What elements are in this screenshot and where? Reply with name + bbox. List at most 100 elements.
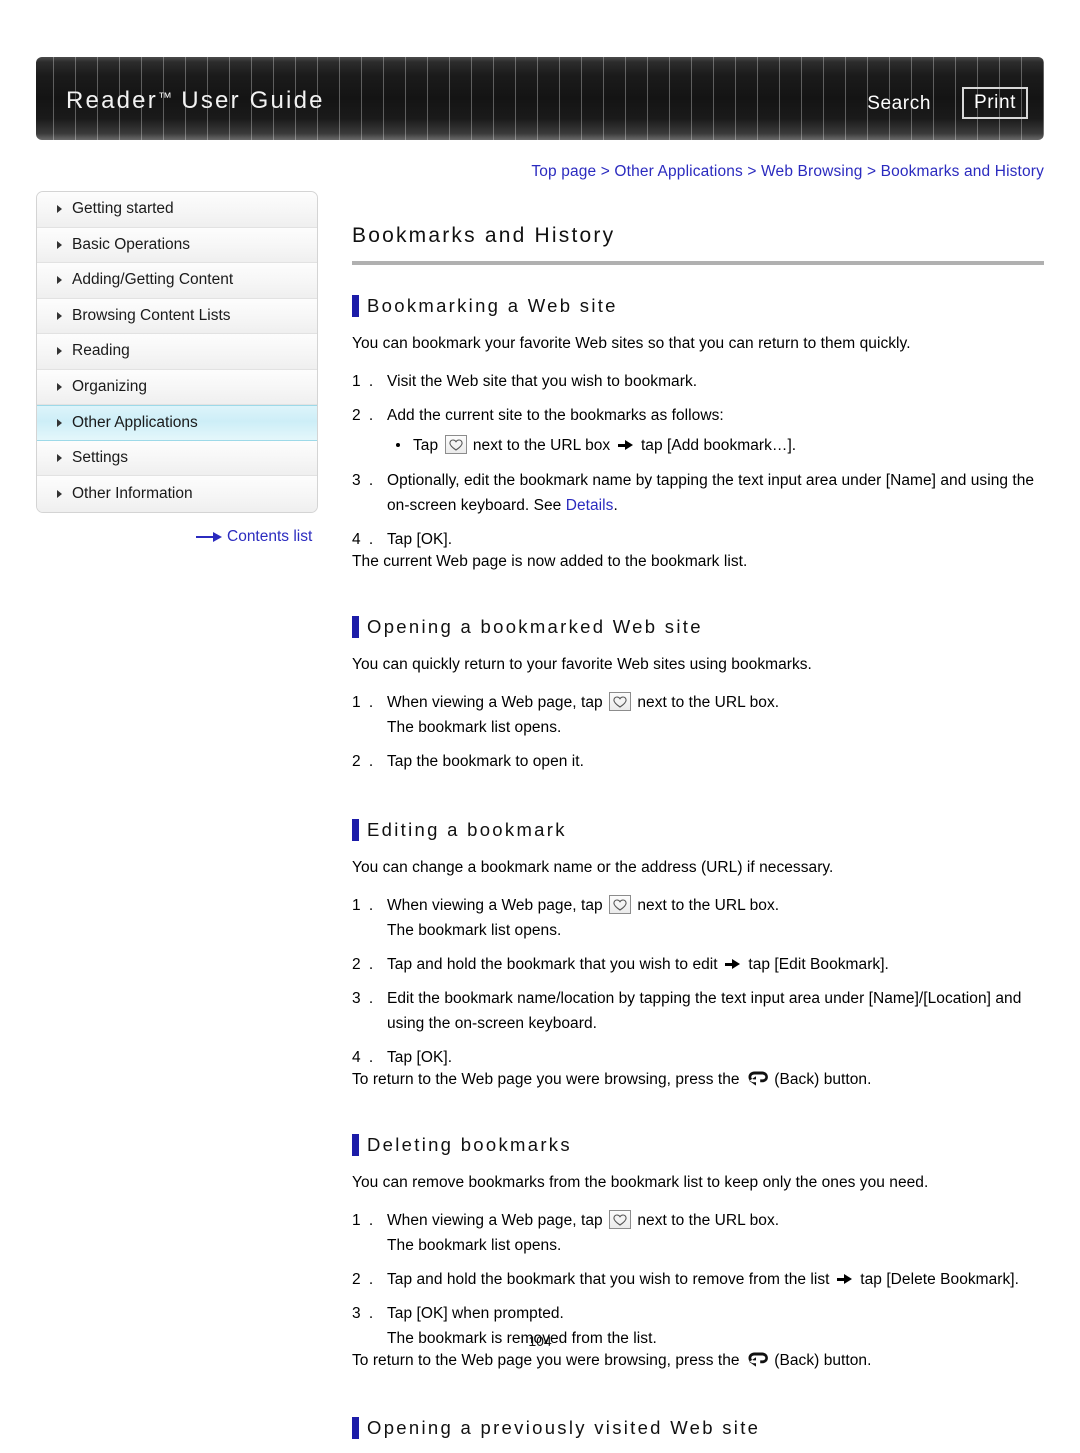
- bookmark-icon[interactable]: [609, 895, 632, 914]
- breadcrumb-item-other-applications[interactable]: Other Applications: [614, 163, 743, 180]
- sidebar-item-label: Other Applications: [72, 413, 198, 431]
- arrow-right-icon: [617, 439, 634, 451]
- step-item: 1 . When viewing a Web page, tap next to …: [352, 1208, 1044, 1258]
- step-list: 1 . When viewing a Web page, tap next to …: [352, 1208, 1044, 1351]
- section-accent-bar: [352, 295, 359, 317]
- arrow-right-icon: [725, 958, 741, 970]
- step-number: 2 .: [352, 753, 376, 770]
- step-item: 2 . Tap and hold the bookmark that you wi…: [352, 1267, 1044, 1292]
- print-button[interactable]: Print: [962, 87, 1028, 119]
- step-item: 4 . Tap [OK].: [352, 527, 1044, 552]
- sidebar-item-adding-getting-content[interactable]: Adding/Getting Content: [37, 263, 317, 299]
- title-divider: [352, 261, 1044, 265]
- triangle-right-icon: [57, 382, 62, 391]
- section-trailing-text: To return to the Web page you were brows…: [352, 1348, 1044, 1373]
- app-header: Reader™ User Guide Search Print: [36, 57, 1044, 140]
- step-text: Add the current site to the bookmarks as…: [387, 407, 724, 424]
- back-icon: [746, 1069, 768, 1089]
- step-number: 2 .: [352, 1271, 376, 1288]
- breadcrumb-separator: >: [742, 163, 762, 180]
- section-heading-label: Editing a bookmark: [367, 819, 567, 840]
- sidebar-item-other-applications[interactable]: Other Applications: [37, 405, 317, 441]
- contents-list-link[interactable]: Contents list: [196, 528, 312, 546]
- sidebar-item-getting-started[interactable]: Getting started: [37, 192, 317, 228]
- sidebar-item-other-information[interactable]: Other Information: [37, 476, 317, 512]
- breadcrumb-item-bookmarks-and-history[interactable]: Bookmarks and History: [881, 163, 1044, 180]
- bookmark-icon[interactable]: [444, 435, 467, 454]
- step-text-pre: When viewing a Web page, tap: [387, 897, 608, 914]
- step-list: 1 . When viewing a Web page, tap next to …: [352, 690, 1044, 774]
- step-text: Tap [OK].: [387, 531, 453, 548]
- breadcrumb-item-top-page[interactable]: Top page: [531, 163, 596, 180]
- triangle-right-icon: [57, 418, 62, 427]
- sidebar-item-label: Basic Operations: [72, 235, 191, 253]
- arrow-right-icon: [836, 1273, 853, 1285]
- step-number: 3 .: [352, 990, 376, 1007]
- sidebar-item-label: Organizing: [72, 377, 147, 395]
- sidebar-item-label: Other Information: [72, 484, 193, 502]
- step-list: 1 . Visit the Web site that you wish to …: [352, 369, 1044, 552]
- step-number: 4 .: [352, 1049, 376, 1066]
- bullet-text-pre: Tap: [413, 437, 443, 454]
- triangle-right-icon: [57, 276, 62, 285]
- sidebar-item-organizing[interactable]: Organizing: [37, 369, 317, 405]
- sidebar-item-basic-operations[interactable]: Basic Operations: [37, 227, 317, 263]
- step-text-pre: When viewing a Web page, tap: [387, 694, 608, 711]
- step-text-pre: Tap and hold the bookmark that you wish …: [387, 1271, 834, 1288]
- step-item: 1 . Visit the Web site that you wish to …: [352, 369, 1044, 394]
- breadcrumb-item-web-browsing[interactable]: Web Browsing: [761, 163, 862, 180]
- bullet-text-mid: next to the URL box: [468, 437, 615, 454]
- search-link[interactable]: Search: [867, 93, 931, 115]
- bookmark-icon[interactable]: [609, 1210, 632, 1229]
- sub-bullet-item: Tap next to the URL box tap [Add bookmar…: [396, 432, 1044, 459]
- step-item: 2 . Add the current site to the bookmark…: [352, 403, 1044, 459]
- section-accent-bar: [352, 819, 359, 841]
- trailing-text-pre: To return to the Web page you were brows…: [352, 1352, 744, 1369]
- main-content: Bookmarks and History Bookmarking a Web …: [352, 224, 1044, 1453]
- trailing-text-post: (Back) button.: [769, 1071, 872, 1088]
- step-list: 1 . When viewing a Web page, tap next to …: [352, 893, 1044, 1070]
- triangle-right-icon: [57, 453, 62, 462]
- section-heading-label: Bookmarking a Web site: [367, 295, 618, 316]
- step-text-post: next to the URL box.: [633, 1212, 780, 1229]
- section-intro: You can quickly return to your favorite …: [352, 656, 812, 673]
- step-text-post: next to the URL box.: [633, 897, 780, 914]
- sidebar-item-label: Settings: [72, 448, 129, 466]
- back-icon: [746, 1350, 768, 1370]
- step-number: 1 .: [352, 373, 376, 390]
- app-title-main: Reader: [66, 87, 158, 114]
- step-item: 4 . Tap [OK].: [352, 1045, 1044, 1070]
- step-text-post: next to the URL box.: [633, 694, 780, 711]
- triangle-right-icon: [57, 240, 62, 249]
- sidebar-item-reading[interactable]: Reading: [37, 334, 317, 370]
- section-heading-opening-a-bookmarked-web-site: Opening a bookmarked Web site: [352, 616, 1044, 638]
- step-text-after: .: [613, 497, 618, 514]
- breadcrumb: Top page > Other Applications > Web Brow…: [348, 163, 1044, 181]
- details-link[interactable]: Details: [566, 497, 614, 514]
- step-text: Tap [OK].: [387, 1049, 453, 1066]
- triangle-right-icon: [57, 311, 62, 320]
- triangle-right-icon: [57, 205, 62, 214]
- step-text-pre: When viewing a Web page, tap: [387, 1212, 608, 1229]
- step-number: 4 .: [352, 531, 376, 548]
- section-trailing-text: The current Web page is now added to the…: [352, 553, 748, 570]
- step-number: 1 .: [352, 1212, 376, 1229]
- step-text: Edit the bookmark name/location by tappi…: [387, 990, 1022, 1032]
- breadcrumb-separator: >: [596, 163, 615, 180]
- sidebar-item-label: Reading: [72, 342, 130, 360]
- step-item: 1 . When viewing a Web page, tap next to …: [352, 893, 1044, 943]
- sidebar-item-settings[interactable]: Settings: [37, 440, 317, 476]
- triangle-right-icon: [57, 489, 62, 498]
- sidebar-item-browsing-content-lists[interactable]: Browsing Content Lists: [37, 298, 317, 334]
- section-trailing-text: To return to the Web page you were brows…: [352, 1067, 1044, 1092]
- sidebar-item-label: Adding/Getting Content: [72, 271, 234, 289]
- step-number: 2 .: [352, 407, 376, 424]
- section-accent-bar: [352, 1134, 359, 1156]
- triangle-right-icon: [57, 347, 62, 356]
- bullet-text-post: tap [Add bookmark…].: [636, 437, 797, 454]
- step-item: 3 . Optionally, edit the bookmark name by…: [352, 468, 1044, 518]
- step-subline: The bookmark list opens.: [387, 922, 562, 939]
- bookmark-icon[interactable]: [609, 692, 632, 711]
- page-title: Bookmarks and History: [352, 224, 616, 247]
- sidebar-nav: Getting started Basic Operations Adding/…: [36, 191, 318, 513]
